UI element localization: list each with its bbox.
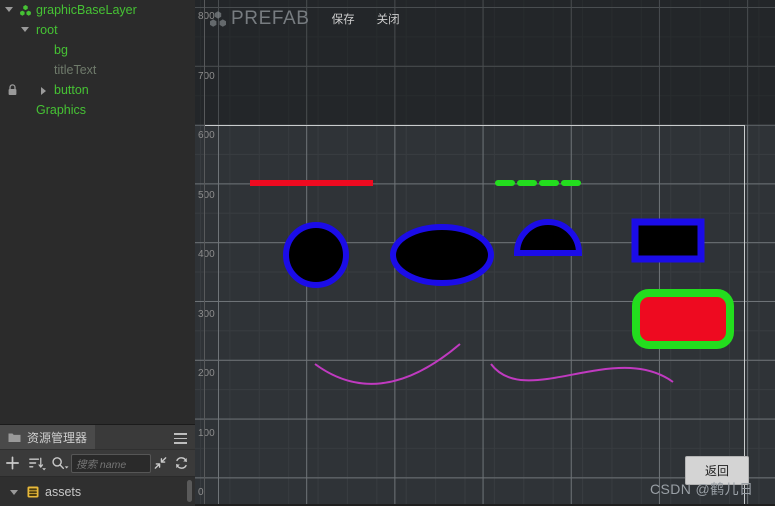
folder-icon bbox=[8, 433, 21, 442]
plus-icon[interactable] bbox=[5, 454, 20, 472]
chevron-right-icon[interactable] bbox=[41, 87, 46, 95]
ruler-edge bbox=[204, 0, 205, 504]
asset-toolbar bbox=[0, 449, 195, 476]
tab-resource-manager[interactable]: 资源管理器 bbox=[0, 425, 96, 449]
hierarchy-item-label: bg bbox=[54, 43, 68, 57]
ruler-tick-label: 200 bbox=[198, 368, 215, 379]
database-icon bbox=[27, 486, 39, 497]
close-button[interactable]: 关闭 bbox=[377, 11, 400, 27]
ruler-tick-label: 600 bbox=[198, 130, 215, 141]
lock-icon[interactable] bbox=[7, 84, 18, 96]
scene-viewport[interactable]: 800 700 600 500 400 300 200 100 0 PREFAB 保存 关闭 返… bbox=[195, 0, 775, 504]
hierarchy-item-button[interactable]: button bbox=[0, 80, 195, 100]
left-panel: graphicBaseLayer root bg titleText button Gra… bbox=[0, 0, 196, 506]
asset-tab-label: 资源管理器 bbox=[27, 430, 88, 445]
chevron-down-icon[interactable] bbox=[5, 7, 13, 12]
asset-scrollbar[interactable] bbox=[187, 480, 192, 502]
chevron-down-icon[interactable] bbox=[10, 490, 18, 495]
asset-tab-bar: 资源管理器 bbox=[0, 425, 195, 449]
save-button[interactable]: 保存 bbox=[332, 11, 355, 27]
asset-tree[interactable]: assets bbox=[0, 476, 195, 506]
prefab-header-bar: PREFAB 保存 关闭 bbox=[208, 8, 400, 30]
chevron-down-icon[interactable] bbox=[21, 27, 29, 32]
collapse-arrows-icon[interactable] bbox=[153, 454, 168, 472]
hierarchy-item-graphicbaselayer[interactable]: graphicBaseLayer bbox=[0, 0, 195, 20]
hierarchy-item-label: Graphics bbox=[36, 103, 87, 117]
prefab-title: PREFAB bbox=[231, 8, 310, 29]
ruler-tick-label: 700 bbox=[198, 71, 215, 82]
hierarchy-item-titletext[interactable]: titleText bbox=[0, 60, 195, 80]
hierarchy-item-label: titleText bbox=[54, 63, 97, 77]
design-canvas-bounds bbox=[204, 125, 745, 504]
sort-icon[interactable] bbox=[27, 454, 46, 472]
hierarchy-item-label: graphicBaseLayer bbox=[36, 3, 137, 17]
prefab-cluster-icon bbox=[20, 5, 31, 16]
hierarchy-item-root[interactable]: root bbox=[0, 20, 195, 40]
editor-window: graphicBaseLayer root bg titleText button Gra… bbox=[0, 0, 775, 506]
ruler-tick-label: 100 bbox=[198, 428, 215, 439]
asset-tree-label: assets bbox=[45, 484, 82, 499]
hierarchy-tree[interactable]: graphicBaseLayer root bg titleText button Gra… bbox=[0, 0, 195, 424]
hierarchy-item-label: button bbox=[54, 83, 89, 97]
ruler-tick-label: 0 bbox=[198, 487, 204, 498]
hierarchy-item-bg[interactable]: bg bbox=[0, 40, 195, 60]
asset-tree-row-assets[interactable]: assets bbox=[0, 482, 195, 501]
back-button-label: 返回 bbox=[704, 464, 729, 478]
ruler-tick-label: 300 bbox=[198, 309, 215, 320]
hamburger-icon[interactable] bbox=[174, 430, 187, 444]
refresh-icon[interactable] bbox=[174, 454, 189, 472]
hierarchy-item-graphics[interactable]: Graphics bbox=[0, 100, 195, 120]
ruler-tick-label: 400 bbox=[198, 249, 215, 260]
search-filter-icon[interactable] bbox=[50, 454, 69, 472]
prefab-cluster-icon bbox=[210, 11, 226, 27]
ruler-tick-label: 500 bbox=[198, 190, 215, 201]
search-input[interactable] bbox=[72, 456, 150, 474]
hierarchy-item-label: root bbox=[36, 23, 58, 37]
watermark: CSDN @鹤儿日 bbox=[650, 481, 754, 497]
asset-manager-panel: 资源管理器 搜索 name assets bbox=[0, 424, 195, 506]
vertical-ruler: 800 700 600 500 400 300 200 100 0 bbox=[195, 0, 221, 504]
search-input-wrapper[interactable] bbox=[71, 454, 151, 474]
